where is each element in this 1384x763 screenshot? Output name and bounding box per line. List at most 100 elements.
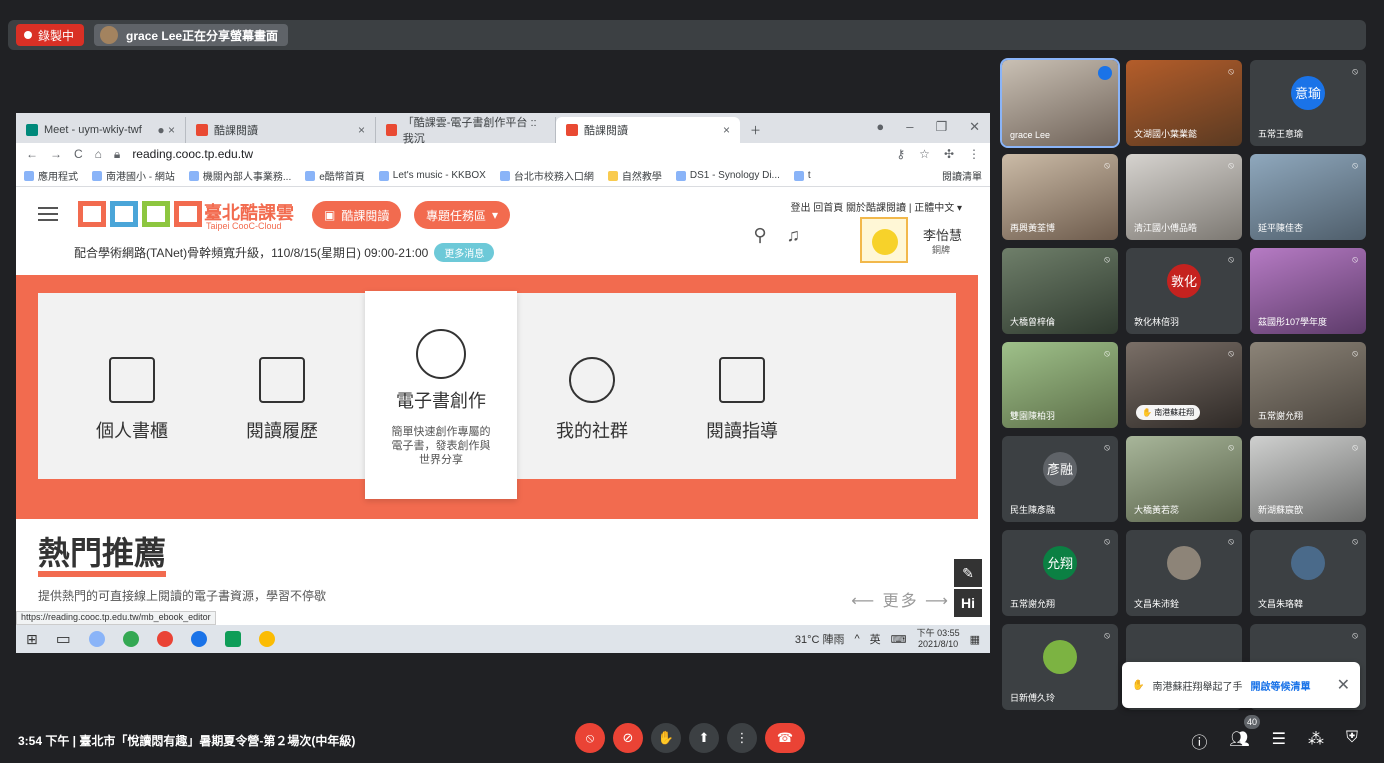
participant-tile[interactable]: ⦸ 大橋黃若蕊 <box>1126 436 1242 522</box>
search-icon[interactable]: ⚲ <box>753 225 766 246</box>
menu-icon[interactable]: ⋮ <box>968 147 980 161</box>
participant-tile[interactable]: grace Lee <box>1000 58 1120 148</box>
hi-button[interactable]: Hi <box>954 589 982 617</box>
close-icon[interactable]: ● × <box>157 123 175 137</box>
host-controls-icon[interactable]: ⛨ <box>1346 729 1358 753</box>
nav-community[interactable]: 我的社群 <box>522 357 662 443</box>
more-options-button[interactable]: ⋮ <box>727 723 757 753</box>
notification-icon[interactable]: ▦ <box>970 633 980 646</box>
keyboard-icon[interactable]: ⌨ <box>891 633 907 646</box>
reading-button[interactable]: ▣ 酷課閱讀 <box>312 201 402 229</box>
bookmark-item[interactable]: Let's music - KKBOX <box>378 170 486 181</box>
raise-hand-button[interactable]: ✋ <box>651 723 681 753</box>
avatar <box>1043 639 1077 674</box>
new-tab-button[interactable]: ＋ <box>740 117 771 143</box>
bookmark-item[interactable]: t <box>793 170 811 181</box>
line-icon[interactable] <box>224 631 241 647</box>
participant-tile[interactable]: ⦸ 五常謝允翔 <box>1250 342 1366 428</box>
participant-tile[interactable]: ⦸ 文湖國小葉業懿 <box>1126 60 1242 146</box>
top-links[interactable]: 登出 回首頁 關於酷課閱讀 | 正體中文 ▾ <box>790 199 962 214</box>
participant-tile[interactable]: ⦸ 茲國彤107學年度 <box>1250 248 1366 334</box>
mic-off-icon: ⦸ <box>1228 254 1234 264</box>
participant-tile[interactable]: ⦸ 新湖蘇宸歆 <box>1250 436 1366 522</box>
participant-tile[interactable]: ⦸ 清江國小傅品皓 <box>1126 154 1242 240</box>
windows-start-icon[interactable]: ⊞ <box>26 631 38 648</box>
extensions-icon[interactable]: ✣ <box>944 147 954 161</box>
tab-label: 「酷課雲-電子書創作平台 :: 我沉 <box>402 117 537 145</box>
restore-icon[interactable]: ❐ <box>935 119 947 135</box>
leave-call-button[interactable]: ☎ <box>765 723 805 753</box>
url-field[interactable]: reading.cooc.tp.edu.tw <box>132 147 253 161</box>
reload-icon[interactable]: C <box>74 147 83 161</box>
logo[interactable] <box>78 201 202 227</box>
task-view-icon[interactable]: ▭ <box>56 629 71 649</box>
participant-tile[interactable]: ⦸ 雙園陳柏羽 <box>1002 342 1118 428</box>
people-icon[interactable]: 👥︎ <box>1229 729 1249 753</box>
pencil-icon[interactable]: ✎ <box>954 559 982 587</box>
present-button[interactable]: ⬆ <box>689 723 719 753</box>
close-icon[interactable]: ✕ <box>1337 675 1350 695</box>
bookmark-item[interactable]: 台北市校務入口網 <box>499 168 594 183</box>
participant-tile[interactable]: ⦸ ✋ 南港蘇莊翔 <box>1126 342 1242 428</box>
tab-meet[interactable]: Meet - uym-wkiy-twf ● × <box>16 117 186 143</box>
camera-off-button[interactable]: ⊘ <box>613 723 643 753</box>
more-link[interactable]: ⟵ 更多 ⟶ <box>851 587 950 611</box>
participant-tile[interactable]: ⦸ 敦化 敦化林倍羽 <box>1126 248 1242 334</box>
edge-icon[interactable] <box>190 631 207 647</box>
nav-reading-history[interactable]: 閱讀履歷 <box>212 357 352 443</box>
reading-list[interactable]: 閱讀清單 <box>942 168 982 183</box>
bell-icon[interactable]: ♫ <box>787 225 801 246</box>
forward-icon[interactable]: → <box>50 147 62 161</box>
tray-chevron-icon[interactable]: ^ <box>855 633 860 645</box>
weather-text[interactable]: 31°C 陣雨 <box>795 631 845 647</box>
tab-ebook[interactable]: 「酷課雲-電子書創作平台 :: 我沉 <box>376 117 556 145</box>
minimize-icon[interactable]: – <box>906 119 913 135</box>
home-icon[interactable]: ⌂ <box>95 147 102 161</box>
close-icon[interactable]: × <box>358 123 365 137</box>
tab-reading-1[interactable]: 酷課閱讀 × <box>186 117 376 143</box>
bookmark-item[interactable]: 南港國小 - 網站 <box>92 168 175 183</box>
bookmark-item[interactable]: e酷幣首頁 <box>305 168 365 183</box>
star-icon[interactable]: ☆ <box>919 147 930 161</box>
participant-tile[interactable]: ⦸ 文昌朱珞韓 <box>1250 530 1366 616</box>
participant-tile[interactable]: ⦸ 再興黃荃博 <box>1002 154 1118 240</box>
hamburger-icon[interactable] <box>38 207 58 221</box>
clock[interactable]: 下午 03:55 2021/8/10 <box>917 628 960 650</box>
nav-bookshelf[interactable]: 個人書櫃 <box>62 357 202 443</box>
bookmark-item[interactable]: DS1 - Synology Di... <box>675 170 780 181</box>
open-queue-link[interactable]: 開啟等候清單 <box>1250 678 1310 693</box>
key-icon[interactable]: ⚷ <box>896 147 905 161</box>
tab-reading-active[interactable]: 酷課閱讀 × <box>556 117 740 143</box>
close-icon[interactable]: × <box>723 123 730 137</box>
profile-icon[interactable]: ● <box>876 119 884 135</box>
bookmark-item[interactable]: 自然教學 <box>607 168 662 183</box>
participant-tile[interactable]: ⦸ 彥融 民生陳彥融 <box>1002 436 1118 522</box>
guide-chat-icon <box>719 357 765 403</box>
close-window-icon[interactable]: ✕ <box>969 119 980 135</box>
avatar[interactable] <box>860 217 908 263</box>
participant-tile[interactable]: ⦸ 文昌朱沛銓 <box>1126 530 1242 616</box>
ie-icon[interactable] <box>122 631 139 647</box>
nav-ebook-creation[interactable]: 電子書創作 簡單快速創作專屬的電子書，發表創作與世界分享 <box>365 291 517 499</box>
nav-reading-guide[interactable]: 閱讀指導 <box>672 357 812 443</box>
chrome-icon[interactable] <box>156 631 173 647</box>
topic-button[interactable]: 專題任務區 ▾ <box>414 201 511 229</box>
chat-icon[interactable]: ☰ <box>1272 729 1286 753</box>
bookmark-apps[interactable]: 應用程式 <box>24 168 78 183</box>
participant-tile[interactable]: ⦸ 延平陳佳杏 <box>1250 154 1366 240</box>
chrome-icon[interactable] <box>258 631 275 647</box>
activities-icon[interactable]: ⁂ <box>1308 729 1324 753</box>
mic-off-icon: ⦸ <box>1352 442 1358 452</box>
logo-subtitle: Taipei CooC-Cloud <box>206 221 282 231</box>
bookmark-item[interactable]: 機關內部人事業務... <box>188 168 291 183</box>
app-icon[interactable] <box>88 631 105 647</box>
participant-tile[interactable]: ⦸ 日新傅久玲 <box>1002 624 1118 710</box>
participant-tile[interactable]: ⦸ 意瑜 五常王意瑜 <box>1250 60 1366 146</box>
more-news-button[interactable]: 更多消息 <box>434 243 495 262</box>
ime-indicator[interactable]: 英 <box>870 631 881 647</box>
participant-tile[interactable]: ⦸ 大橋曾梓倫 <box>1002 248 1118 334</box>
mic-off-button[interactable]: ⦸ <box>575 723 605 753</box>
info-icon[interactable]: ⓘ <box>1191 729 1207 753</box>
participant-tile[interactable]: ⦸ 允翔 五常謝允翔 <box>1002 530 1118 616</box>
back-icon[interactable]: ← <box>26 147 38 161</box>
